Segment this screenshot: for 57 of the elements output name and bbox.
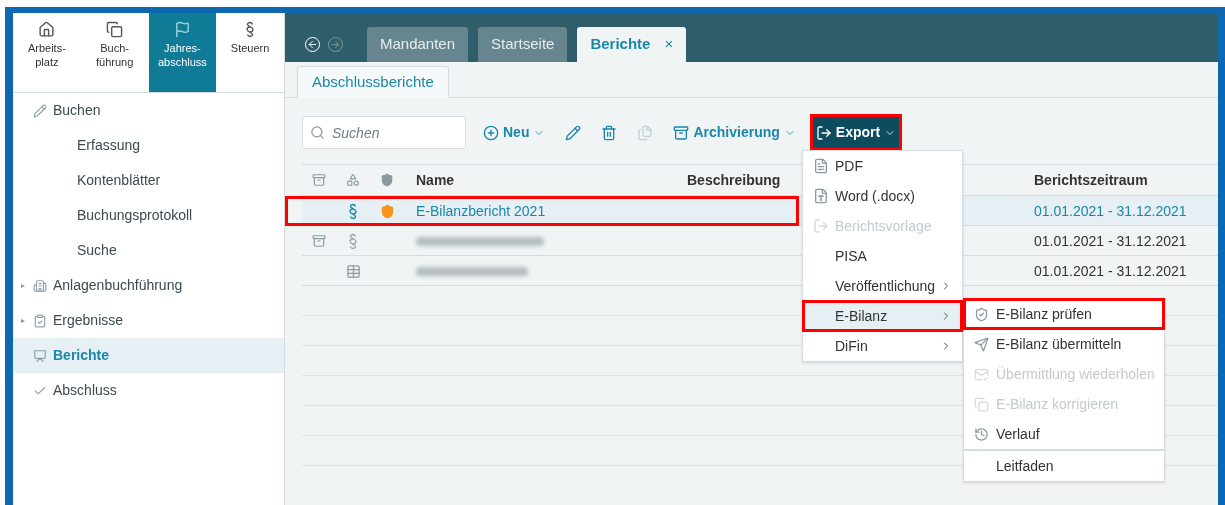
easel-icon [33, 348, 47, 363]
pencil-icon [33, 103, 47, 118]
trash-icon [601, 124, 618, 141]
plus-circle-icon [483, 124, 499, 141]
clipboard-check-icon [33, 313, 47, 328]
sidebar-item[interactable]: Kontenblätter [13, 163, 284, 198]
menu-item[interactable]: E-Bilanz prüfen [964, 299, 1164, 329]
period-text: 01.01.2021 - 31.12.2021 [1034, 201, 1187, 221]
shield-icon [380, 173, 394, 187]
menu-button[interactable]: Export [812, 117, 900, 148]
column-header[interactable]: Name [404, 169, 675, 191]
menu-item[interactable]: Leitfaden [964, 451, 1164, 481]
section-sign-icon [245, 21, 256, 38]
flag-icon [173, 21, 191, 38]
close-button[interactable]: × [664, 33, 674, 56]
period-text: 01.01.2021 - 31.12.2021 [1034, 231, 1187, 251]
sidebar-item[interactable]: Berichte [13, 338, 284, 373]
menu-button[interactable]: Archivierung [670, 117, 799, 148]
sidebar-item[interactable]: Erfassung [13, 128, 284, 163]
archive-box-icon [673, 124, 690, 141]
mail-check-icon [974, 366, 989, 382]
shapes-icon [346, 173, 360, 187]
sidebar-item[interactable]: Suche [13, 233, 284, 268]
tab[interactable]: Abschlussberichte [297, 66, 449, 98]
report-name: E-Bilanzbericht 2021 [416, 201, 546, 221]
pdf-file-icon [813, 158, 829, 174]
send-icon [974, 336, 989, 352]
sidebar-item[interactable]: Abschluss [13, 373, 284, 408]
copy-icon [637, 124, 654, 141]
search-field[interactable]: Suchen [302, 116, 466, 149]
menu-item[interactable]: E-Bilanz übermitteln [964, 329, 1164, 359]
period-text: 01.01.2021 - 31.12.2021 [1034, 261, 1187, 281]
word-file-icon [813, 188, 829, 204]
tab[interactable]: Berichte × [577, 27, 687, 62]
module-tab[interactable]: Steuern [216, 13, 284, 92]
pencil-icon [565, 124, 582, 141]
menu-item[interactable]: DiFin [803, 331, 962, 361]
menu-item[interactable]: E-Bilanz [803, 301, 962, 331]
shield-check-icon [974, 306, 989, 322]
copy-icon [974, 396, 989, 412]
menu-item[interactable]: PDF [803, 151, 962, 181]
search-icon [310, 125, 325, 140]
building-icon [33, 278, 47, 293]
menu-item[interactable]: Verlauf [964, 419, 1164, 449]
module-tab[interactable]: Jahres- abschluss [148, 13, 217, 92]
sidebar-item[interactable]: Buchungsprotokoll [13, 198, 284, 233]
documents-icon [106, 21, 124, 38]
house-icon [38, 21, 56, 38]
sidebar-item[interactable]: Buchen [13, 93, 284, 128]
sidebar-item[interactable]: ▸ Anlagenbuchführung [13, 268, 284, 303]
module-tab[interactable]: Buch- führung [80, 13, 149, 92]
sidebar-item[interactable]: ▸ Ergebnisse [13, 303, 284, 338]
column-header[interactable]: Berichtszeitraum [1022, 169, 1218, 191]
module-tab[interactable]: Arbeits- platz [13, 13, 81, 92]
menu-button[interactable]: Neu [480, 117, 549, 148]
archive-box-icon [312, 173, 326, 187]
history-icon [974, 426, 989, 442]
